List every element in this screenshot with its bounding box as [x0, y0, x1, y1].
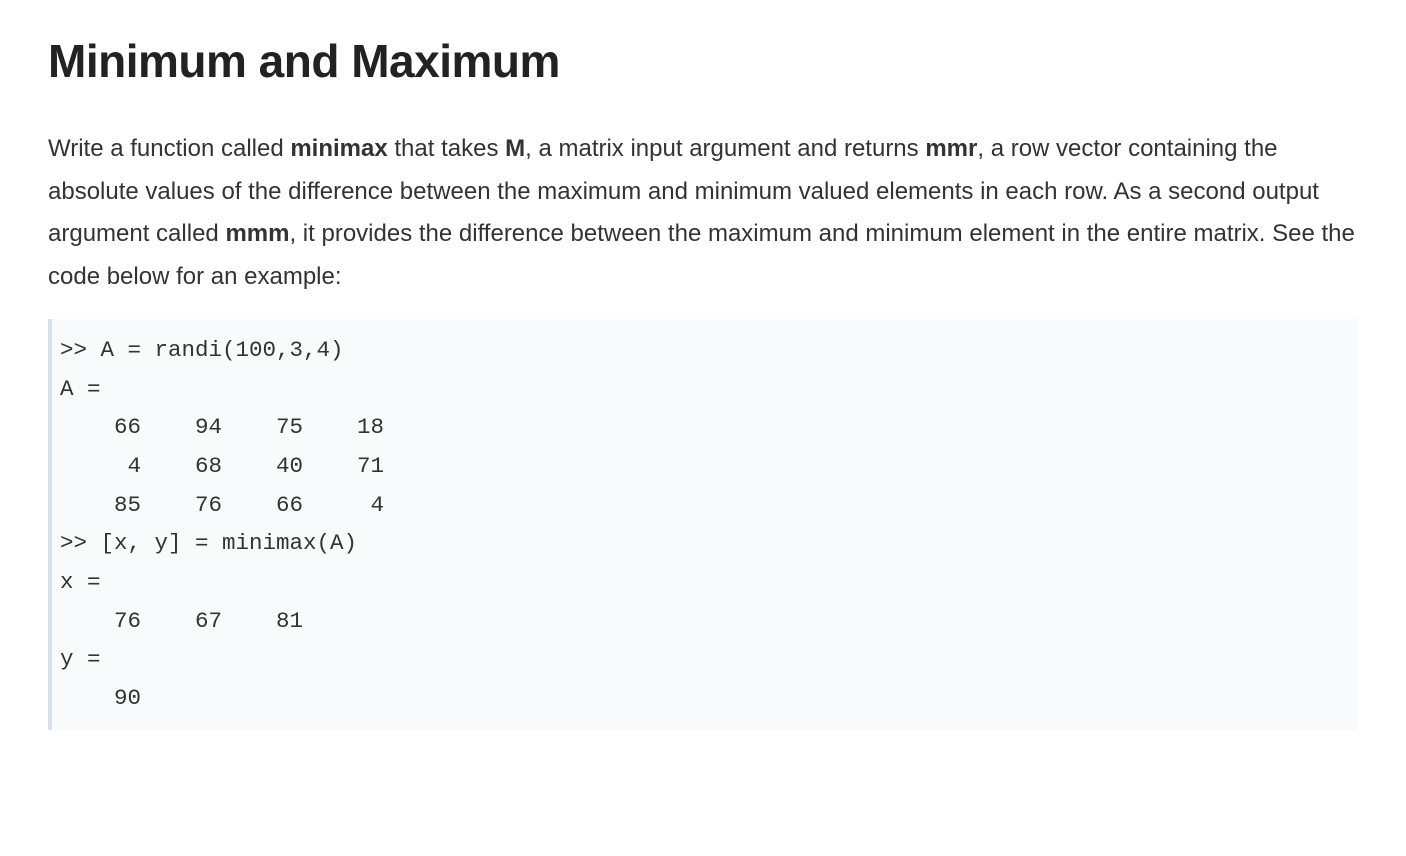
text-fragment: that takes: [388, 135, 505, 162]
text-fragment: Write a function called: [48, 135, 290, 162]
page-title: Minimum and Maximum: [48, 34, 1358, 88]
document-page: Minimum and Maximum Write a function cal…: [0, 0, 1406, 778]
bold-m: M: [505, 135, 525, 162]
text-fragment: , a matrix input argument and returns: [525, 135, 925, 162]
code-example: >> A = randi(100,3,4) A = 66 94 75 18 4 …: [48, 319, 1358, 730]
bold-minimax: minimax: [290, 135, 387, 162]
problem-description: Write a function called minimax that tak…: [48, 128, 1358, 299]
bold-mmm: mmm: [225, 220, 289, 247]
bold-mmr: mmr: [925, 135, 977, 162]
